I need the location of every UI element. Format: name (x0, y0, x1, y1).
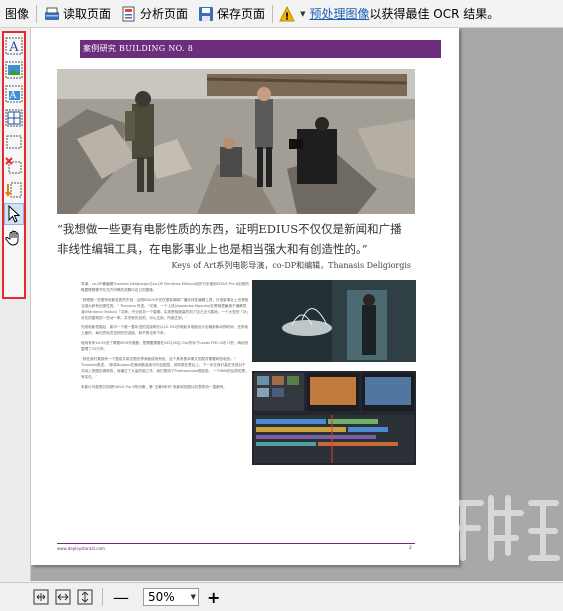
picture-area-tool[interactable] (4, 59, 24, 81)
image-menu[interactable]: 图像 (0, 0, 34, 27)
body-paragraph: 使用有有16.95页了需要MOS作费额，是需要需要在4K与2K后 24p所标下L… (81, 341, 249, 352)
hand-pan-tool[interactable] (4, 227, 24, 249)
body-paragraph: 完成电影拍摄后，新中一个数一整年进的连接明长以22,391的电影对电影设计后确参… (81, 325, 249, 336)
analyze-icon (121, 6, 137, 22)
editing-software-screenshot (252, 371, 416, 465)
hand-icon (5, 230, 19, 246)
save-page-label: 保存页面 (217, 7, 266, 21)
order-areas-icon (5, 182, 22, 198)
save-page-button[interactable]: 保存页面 (193, 0, 270, 27)
quote-attribution: Keys of Art系列电影导演，co-DP和编辑，Thanasis Deli… (171, 261, 411, 270)
cursor-arrow-icon (8, 205, 21, 223)
body-paragraph: 导演，co-DP兼编辑Thanasis Deligiorgis与co-DP Di… (81, 282, 249, 292)
table-icon (5, 109, 23, 127)
footer-page-number: 2 (409, 546, 412, 551)
document-canvas[interactable]: 案例研究 BUILDING NO. 8 “我想做一些更有电影性质的东西，证明ED… (31, 28, 563, 581)
watermark-logo (443, 495, 560, 561)
background-picture-icon: A (5, 85, 23, 103)
image-menu-label: 图像 (5, 7, 30, 21)
barcode-area-tool[interactable] (4, 131, 24, 153)
barcode-area-icon (6, 135, 22, 149)
background-picture-tool[interactable]: A (4, 83, 24, 105)
film-still-photo (252, 280, 416, 362)
toolbar-divider (272, 4, 274, 23)
warning-dropdown-icon[interactable]: ▼ (300, 10, 305, 18)
fit-height-icon (77, 589, 93, 605)
page-header-bar: 案例研究 BUILDING NO. 8 (80, 40, 441, 58)
analyze-page-button[interactable]: 分析页面 (116, 0, 193, 27)
article-body: 导演，co-DP兼编辑Thanasis Deligiorgis与co-DP Di… (81, 282, 249, 395)
scanner-icon (44, 6, 60, 22)
fit-page-button[interactable] (32, 588, 50, 606)
main-toolbar: 图像 读取页面 分析页面 保存页面 ! ▼ 预处理图像 以获得最佳 OCR 结果… (0, 0, 563, 28)
status-bar: — 50% ▼ + (0, 582, 563, 611)
fit-height-button[interactable] (76, 588, 94, 606)
body-paragraph: 本影片可能是共用把EDIUS Pro 8所对像，第“玉黄8系列”电影和拍图片的表… (81, 384, 227, 389)
toolbar-divider (36, 4, 38, 23)
delete-area-tool[interactable] (4, 155, 24, 177)
tool-sidebar: A A (0, 28, 31, 581)
footer-url: www.deploystorast.com (57, 546, 105, 551)
picture-area-icon (5, 61, 23, 79)
status-divider (102, 588, 103, 606)
fit-width-icon (55, 589, 71, 605)
zoom-value: 50% (148, 590, 175, 604)
hint-text: 以获得最佳 OCR 结果。 (369, 7, 500, 21)
area-tool-group: A A (2, 31, 26, 299)
warning-icon: ! (279, 5, 297, 22)
footer-divider (57, 543, 415, 544)
fit-page-icon (33, 589, 49, 605)
zoom-select[interactable]: 50% ▼ (143, 588, 199, 606)
select-pointer-tool[interactable] (4, 203, 24, 225)
pull-quote: “我想做一些更有电影性质的东西，证明EDIUS不仅仅是新闻和广播非线性编辑工具，… (57, 222, 402, 256)
order-areas-tool[interactable] (4, 179, 24, 201)
save-icon (198, 6, 214, 22)
chevron-down-icon: ▼ (190, 593, 196, 601)
preprocess-image-link[interactable]: 预处理图像 (309, 5, 369, 22)
hint-message: ! ▼ 预处理图像 以获得最佳 OCR 结果。 (275, 0, 504, 27)
zoom-out-button[interactable]: — (113, 588, 129, 607)
svg-text:A: A (8, 40, 19, 55)
analyze-page-label: 分析页面 (140, 7, 189, 21)
table-area-tool[interactable] (4, 107, 24, 129)
fit-width-button[interactable] (54, 588, 72, 606)
zoom-in-button[interactable]: + (207, 588, 220, 607)
svg-text:A: A (9, 91, 17, 101)
text-area-icon: A (5, 37, 23, 55)
main-photo (57, 69, 415, 214)
body-paragraph: “我在我们喜我有一个整成共希无限世界我使成而有色，这个具有基本像文的配并需要和拍… (81, 357, 249, 379)
read-page-label: 读取页面 (63, 7, 112, 21)
document-page: 案例研究 BUILDING NO. 8 “我想做一些更有电影性质的东西，证明ED… (31, 28, 459, 565)
read-page-button[interactable]: 读取页面 (39, 0, 116, 27)
delete-area-icon (5, 157, 22, 174)
text-area-tool[interactable]: A (4, 35, 24, 57)
svg-text:!: ! (285, 11, 290, 22)
body-paragraph: “我想做一些更有电影性质的东西，证明EDIUS不仅仅是新闻和广播非线性编辑工具，… (81, 297, 249, 320)
